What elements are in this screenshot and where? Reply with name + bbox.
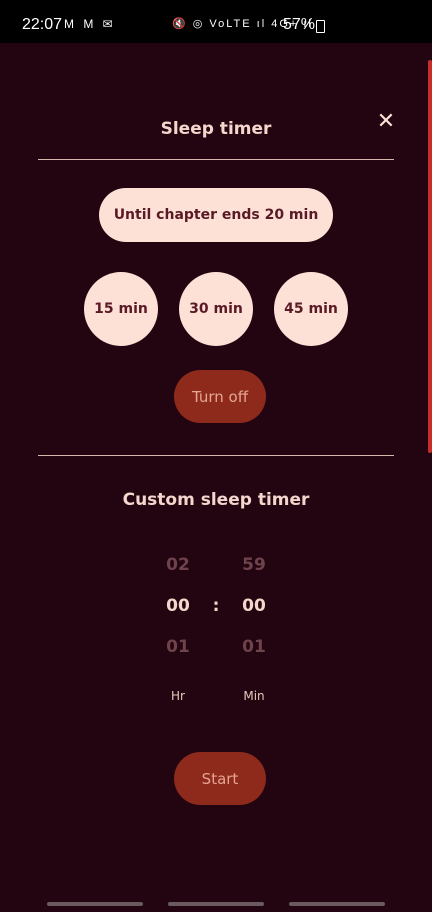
battery-icon [316,20,325,33]
hour-prev-value[interactable]: 02 [148,555,208,575]
preset-15-min-button[interactable]: 15 min [84,272,158,346]
start-button[interactable]: Start [174,752,266,805]
divider-middle [38,455,394,456]
nav-recent-apps[interactable] [47,902,143,906]
custom-timer-title: Custom sleep timer [122,490,310,510]
nav-home[interactable] [168,902,264,906]
hour-unit-label: Hr [171,689,185,703]
minute-next-value[interactable]: 01 [224,637,284,657]
until-chapter-ends-button[interactable]: Until chapter ends 20 min [99,188,333,242]
turn-off-button[interactable]: Turn off [174,370,266,423]
close-icon[interactable]: ✕ [375,111,397,133]
hour-current-value[interactable]: 00 [148,596,208,616]
preset-45-min-button[interactable]: 45 min [274,272,348,346]
scrollbar[interactable] [428,60,432,453]
notification-icons: M M ✉ [64,17,116,31]
divider-top [38,159,394,160]
minute-unit-label: Min [243,689,265,703]
preset-30-min-button[interactable]: 30 min [179,272,253,346]
time-separator: : [212,596,220,616]
nav-back[interactable] [289,902,385,906]
minute-current-value[interactable]: 00 [224,596,284,616]
dialog-title: Sleep timer [160,119,272,139]
status-bar: 22:07 M M ✉ 🔇 ◎ VoLTE ıl 4G+ ıl 57% [0,0,432,43]
status-time: 22:07 [22,16,63,33]
hour-next-value[interactable]: 01 [148,637,208,657]
minute-prev-value[interactable]: 59 [224,555,284,575]
battery-percent: 57% [283,16,316,33]
